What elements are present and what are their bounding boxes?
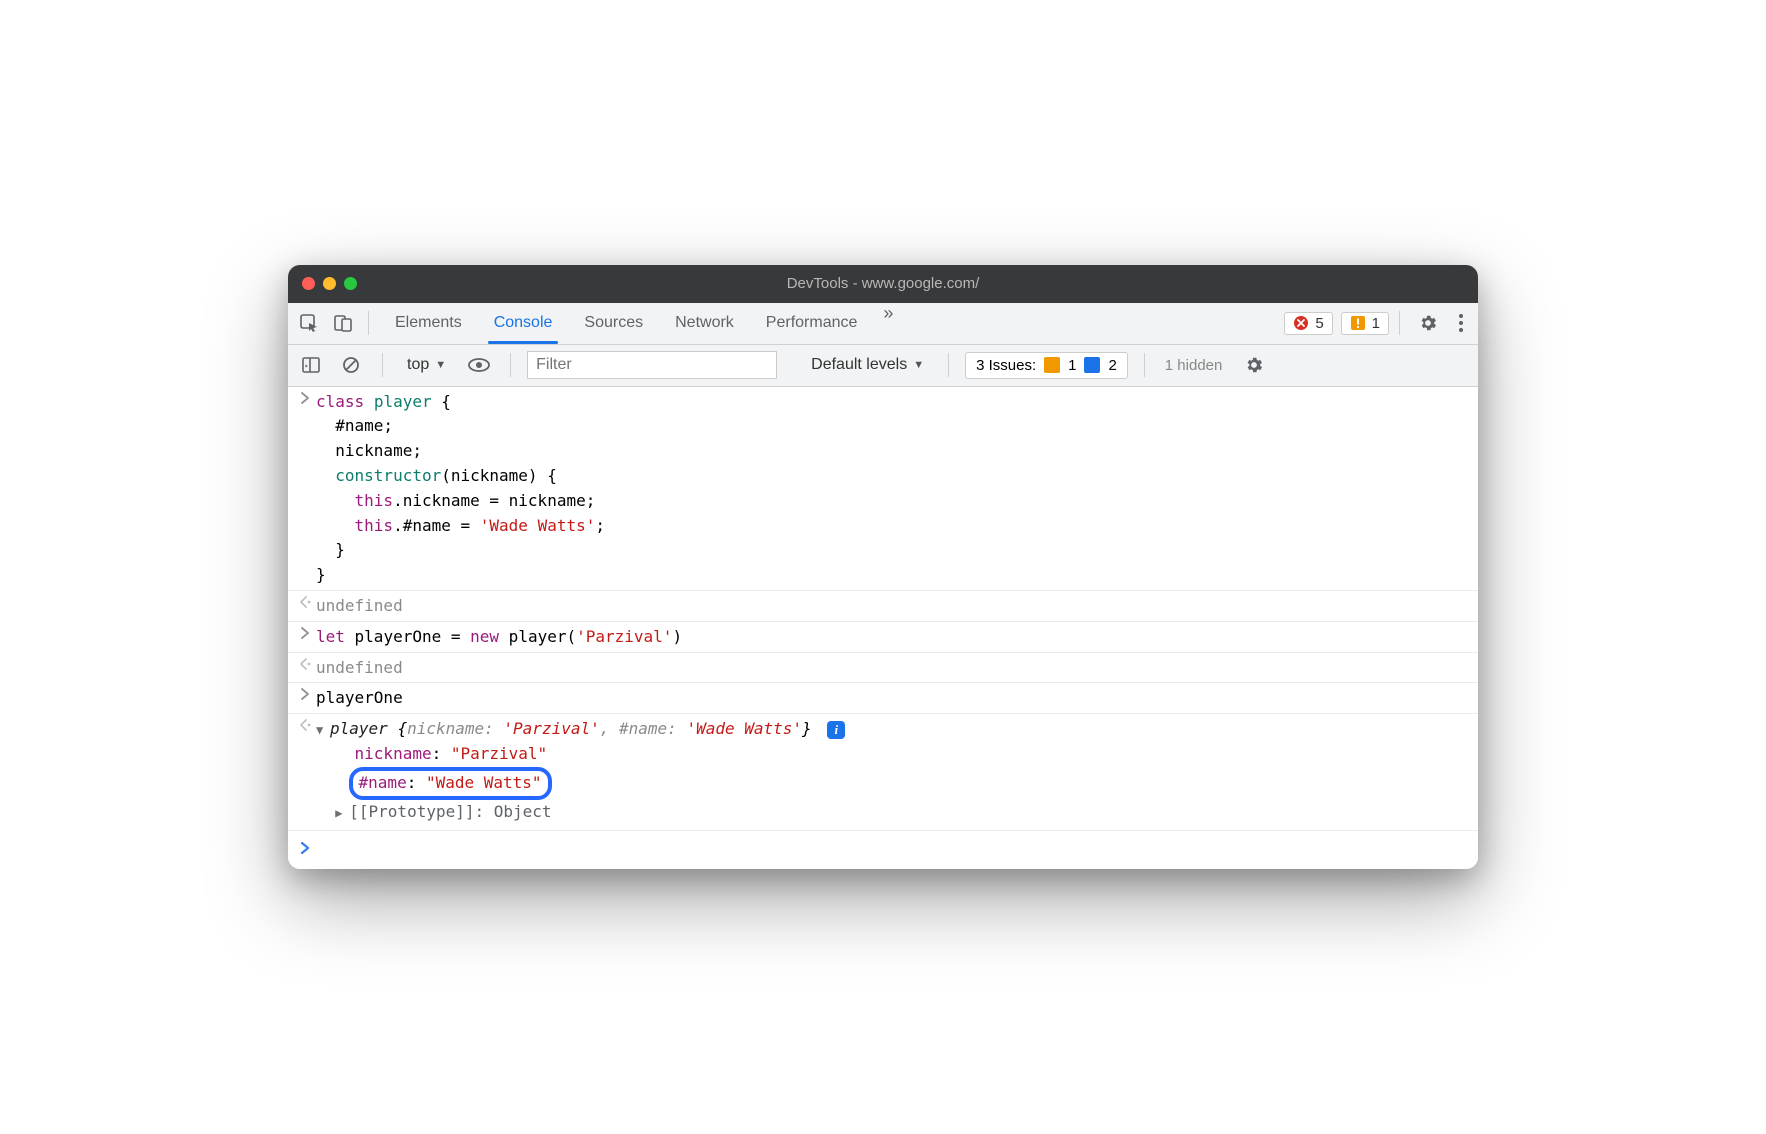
live-expression-icon[interactable] <box>464 350 494 380</box>
issues-warning-icon <box>1044 357 1060 373</box>
log-levels-selector[interactable]: Default levels ▼ <box>803 352 932 378</box>
clear-console-icon[interactable] <box>336 350 366 380</box>
result-value: undefined <box>316 655 1470 681</box>
highlighted-private-field: #name: "Wade Watts" <box>349 767 552 800</box>
object-preview-block[interactable]: player {nickname: 'Parzival', #name: 'Wa… <box>316 716 1470 824</box>
levels-value: Default levels <box>811 356 907 374</box>
window-title: DevTools - www.google.com/ <box>288 275 1478 292</box>
console-prompt-row[interactable] <box>288 830 1478 869</box>
inspect-element-icon[interactable] <box>294 308 324 338</box>
input-marker-icon <box>294 389 316 405</box>
expand-caret-icon[interactable] <box>316 721 330 740</box>
context-selector[interactable]: top ▼ <box>399 352 454 378</box>
console-settings-gear-icon[interactable] <box>1236 355 1272 375</box>
output-marker-icon <box>294 716 316 732</box>
tab-sources[interactable]: Sources <box>568 303 659 344</box>
console-result-row: undefined <box>288 652 1478 683</box>
output-marker-icon <box>294 655 316 671</box>
warning-count: 1 <box>1372 315 1380 332</box>
titlebar: DevTools - www.google.com/ <box>288 265 1478 303</box>
console-filterbar: top ▼ Default levels ▼ 3 Issues: 1 2 1 h… <box>288 345 1478 387</box>
output-marker-icon <box>294 593 316 609</box>
error-count-badge[interactable]: 5 <box>1284 312 1332 335</box>
issues-info-icon <box>1084 357 1100 373</box>
settings-gear-icon[interactable] <box>1410 313 1446 333</box>
console-result-row: player {nickname: 'Parzival', #name: 'Wa… <box>288 713 1478 830</box>
console-result-row: undefined <box>288 590 1478 621</box>
toolbar-separator <box>382 353 383 377</box>
hidden-messages-label: 1 hidden <box>1161 357 1227 374</box>
issues-warning-count: 1 <box>1068 357 1076 374</box>
prompt-marker-icon <box>294 839 316 855</box>
minimize-window-button[interactable] <box>323 277 336 290</box>
issues-label: 3 Issues: <box>976 357 1036 374</box>
console-input-row[interactable]: playerOne <box>288 682 1478 713</box>
console-input-row[interactable]: let playerOne = new player('Parzival') <box>288 621 1478 652</box>
zoom-window-button[interactable] <box>344 277 357 290</box>
input-marker-icon <box>294 685 316 701</box>
error-icon <box>1293 315 1309 331</box>
toolbar-separator <box>368 311 369 335</box>
console-output: class player { #name; nickname; construc… <box>288 387 1478 870</box>
prompt-input[interactable] <box>316 839 1470 840</box>
toolbar-separator <box>510 353 511 377</box>
code-block: class player { #name; nickname; construc… <box>316 389 1470 588</box>
info-badge-icon[interactable]: i <box>827 721 845 739</box>
tab-elements[interactable]: Elements <box>379 303 478 344</box>
code-line: playerOne <box>316 685 1470 711</box>
toolbar-separator <box>1144 353 1145 377</box>
filter-input[interactable] <box>527 351 777 379</box>
devtools-window: DevTools - www.google.com/ Elements Cons… <box>288 265 1478 870</box>
sidebar-toggle-icon[interactable] <box>296 350 326 380</box>
code-line: let playerOne = new player('Parzival') <box>316 624 1470 650</box>
expand-caret-icon[interactable] <box>335 804 349 823</box>
issues-pill[interactable]: 3 Issues: 1 2 <box>965 352 1128 379</box>
toolbar-separator <box>948 353 949 377</box>
input-marker-icon <box>294 624 316 640</box>
warning-icon <box>1350 315 1366 331</box>
window-controls <box>302 277 357 290</box>
chevron-down-icon: ▼ <box>913 359 924 371</box>
chevron-down-icon: ▼ <box>435 359 446 371</box>
result-value: undefined <box>316 593 1470 619</box>
tab-performance[interactable]: Performance <box>750 303 874 344</box>
close-window-button[interactable] <box>302 277 315 290</box>
more-menu-icon[interactable] <box>1450 313 1472 333</box>
console-input-row[interactable]: class player { #name; nickname; construc… <box>288 387 1478 590</box>
warning-count-badge[interactable]: 1 <box>1341 312 1389 335</box>
issues-info-count: 2 <box>1108 357 1116 374</box>
panel-tabs: Elements Console Sources Network Perform… <box>379 303 903 344</box>
tab-network[interactable]: Network <box>659 303 750 344</box>
device-toolbar-icon[interactable] <box>328 308 358 338</box>
tabs-overflow-button[interactable]: » <box>873 303 903 344</box>
main-toolbar: Elements Console Sources Network Perform… <box>288 303 1478 345</box>
error-count: 5 <box>1315 315 1323 332</box>
context-value: top <box>407 356 429 374</box>
tab-console[interactable]: Console <box>478 303 569 344</box>
toolbar-separator <box>1399 311 1400 335</box>
